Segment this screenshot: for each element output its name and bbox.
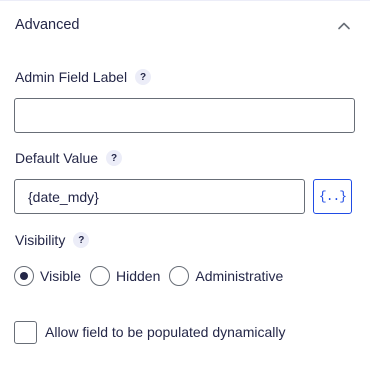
radio-hidden[interactable] (90, 266, 110, 286)
admin-field-label-input[interactable] (14, 98, 355, 133)
visibility-label-row: Visibility ? (15, 230, 90, 250)
default-value-label-row: Default Value ? (15, 148, 123, 168)
radio-label-visible: Visible (40, 268, 81, 284)
advanced-section-header[interactable]: Advanced (15, 17, 355, 39)
visibility-option-administrative[interactable]: Administrative (169, 266, 283, 286)
chevron-up-icon[interactable] (337, 19, 351, 33)
admin-field-label: Admin Field Label (15, 69, 128, 85)
visibility-radio-group: Visible Hidden Administrative (14, 265, 292, 287)
visibility-option-hidden[interactable]: Hidden (90, 266, 160, 286)
section-top-divider (0, 0, 370, 1)
default-value-input[interactable] (14, 179, 305, 214)
dynamic-population-row[interactable]: Allow field to be populated dynamically (14, 320, 285, 344)
help-icon[interactable]: ? (106, 150, 123, 166)
dynamic-population-label: Allow field to be populated dynamically (45, 324, 286, 340)
merge-tag-button[interactable]: {..} (313, 179, 352, 214)
radio-administrative[interactable] (169, 266, 190, 286)
visibility-label: Visibility (15, 232, 66, 248)
help-icon[interactable]: ? (73, 232, 90, 248)
admin-field-label-row: Admin Field Label ? (15, 67, 152, 87)
radio-label-hidden: Hidden (116, 268, 161, 284)
default-value-label: Default Value (15, 150, 99, 166)
visibility-option-visible[interactable]: Visible (14, 266, 81, 286)
dynamic-population-checkbox[interactable] (14, 320, 37, 344)
radio-visible[interactable] (14, 266, 34, 286)
section-title: Advanced (15, 17, 80, 33)
radio-label-administrative: Administrative (195, 268, 284, 284)
help-icon[interactable]: ? (135, 69, 152, 85)
